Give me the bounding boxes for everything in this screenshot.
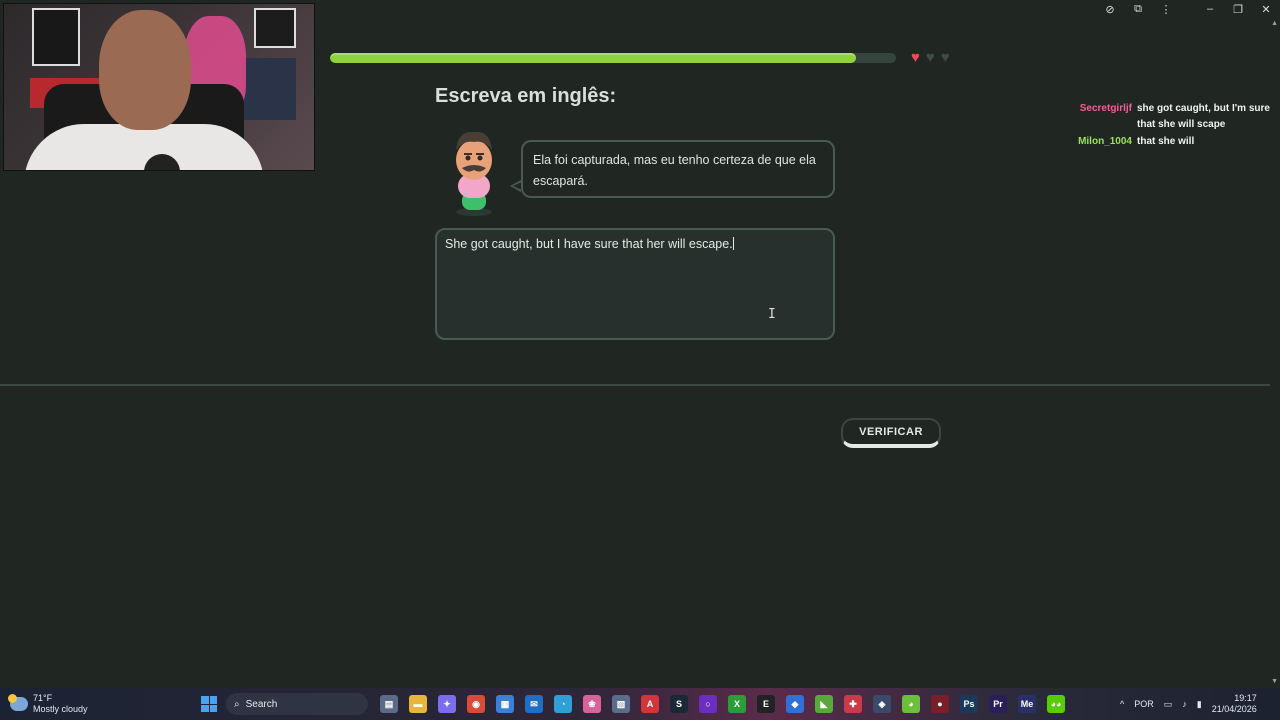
text-caret xyxy=(732,237,734,250)
lesson-progress-bar xyxy=(330,53,896,63)
weather-widget[interactable]: 71°F Mostly cloudy xyxy=(8,693,88,715)
app-bird-icon[interactable]: ◔ xyxy=(554,695,572,713)
file-explorer-icon[interactable]: ▤ xyxy=(380,695,398,713)
clock-time: 19:17 xyxy=(1234,693,1257,703)
answer-text: She got caught, but I have sure that her… xyxy=(445,237,733,251)
page-scrollbar[interactable]: ▲ ▼ xyxy=(1270,0,1280,690)
partly-cloudy-icon xyxy=(8,694,28,711)
lesson-progress-fill xyxy=(330,53,857,63)
text-cursor-icon: I xyxy=(768,307,776,322)
heart-icon: ♥ xyxy=(925,49,935,66)
photoshop-icon[interactable]: Ps xyxy=(960,695,978,713)
chrome-icon[interactable]: ◉ xyxy=(467,695,485,713)
chat-text: she got caught, but I'm sure that she wi… xyxy=(1137,103,1270,130)
prompt-speech-bubble: Ela foi capturada, mas eu tenho certeza … xyxy=(521,140,835,198)
taskbar-search[interactable]: ⌕ Search xyxy=(226,693,368,715)
hearts-lives: ♥ ♥ ♥ xyxy=(911,50,950,65)
store-icon[interactable]: ▦ xyxy=(496,695,514,713)
folder-icon[interactable]: ▬ xyxy=(409,695,427,713)
language-indicator[interactable]: POR xyxy=(1134,699,1154,709)
app-dark-red-icon[interactable]: ● xyxy=(931,695,949,713)
copilot-icon[interactable]: ✦ xyxy=(438,695,456,713)
scroll-down-icon[interactable]: ▼ xyxy=(1271,678,1278,685)
app-red-icon[interactable]: ✚ xyxy=(844,695,862,713)
system-tray: ^ POR ▭ ♪ ▮ 19:17 21/04/2026 xyxy=(1120,693,1257,715)
eye-slash-icon[interactable]: ⊘ xyxy=(1096,0,1124,18)
duolingo-icon[interactable]: ◕◕ xyxy=(1047,695,1065,713)
extension-icon[interactable]: ⧉ xyxy=(1124,0,1152,18)
epic-icon[interactable]: E xyxy=(757,695,775,713)
heart-icon: ♥ xyxy=(940,49,950,66)
volume-icon[interactable]: ♪ xyxy=(1182,699,1187,709)
chat-message: Secretgirljf she got caught, but I'm sure… xyxy=(1060,101,1275,133)
network-icon[interactable]: ▭ xyxy=(1164,699,1173,710)
chat-username: Secretgirljf xyxy=(1079,103,1132,114)
premiere-icon[interactable]: Pr xyxy=(989,695,1007,713)
outlook-icon[interactable]: ✉ xyxy=(525,695,543,713)
footer-divider xyxy=(0,384,1270,386)
app-green-icon[interactable]: ◣ xyxy=(815,695,833,713)
answer-textarea[interactable]: She got caught, but I have sure that her… xyxy=(435,228,835,340)
clock[interactable]: 19:17 21/04/2026 xyxy=(1212,693,1257,715)
media-encoder-icon[interactable]: Me xyxy=(1018,695,1036,713)
weather-desc: Mostly cloudy xyxy=(33,704,88,714)
app-lime-icon[interactable]: ◕ xyxy=(902,695,920,713)
chat-text: that she will xyxy=(1137,136,1195,147)
exercise-title: Escreva em inglês: xyxy=(435,85,617,107)
obs-icon[interactable]: ○ xyxy=(699,695,717,713)
windows-taskbar: 71°F Mostly cloudy ⌕ Search ▤ ▬ ✦ ◉ ▦ ✉ ◔ ❀ ▧ A S ○… xyxy=(0,688,1280,720)
heart-icon: ♥ xyxy=(911,49,920,66)
search-label: Search xyxy=(245,698,278,710)
taskbar-app-icons: ▤ ▬ ✦ ◉ ▦ ✉ ◔ ❀ ▧ A S ○ X E ◆ ◣ ✚ ◈ ◕ ● Ps Pr Me ◕◕ xyxy=(380,695,1065,713)
more-vert-icon[interactable]: ⋮ xyxy=(1152,0,1180,18)
clock-date: 21/04/2026 xyxy=(1211,704,1257,714)
verify-button[interactable]: VERIFICAR xyxy=(841,418,941,448)
search-icon: ⌕ xyxy=(234,698,240,710)
chevron-up-icon[interactable]: ^ xyxy=(1120,699,1124,709)
minimize-icon[interactable]: – xyxy=(1196,0,1224,18)
windows-start-icon[interactable] xyxy=(201,696,217,712)
chat-username: Milon_1004 xyxy=(1078,136,1132,147)
chat-message: Milon_1004 that she will xyxy=(1060,134,1275,150)
stream-chat-overlay: Secretgirljf she got caught, but I'm sure… xyxy=(1060,101,1275,151)
restore-icon[interactable]: ❐ xyxy=(1224,0,1252,18)
webcam-overlay xyxy=(3,3,315,171)
window-controls: ⊘ ⧉ ⋮ – ❐ ✕ xyxy=(1096,0,1280,18)
app-vpn-icon[interactable]: ◈ xyxy=(873,695,891,713)
app-grid-icon[interactable]: ▧ xyxy=(612,695,630,713)
weather-temp: 71°F xyxy=(33,693,53,703)
scroll-up-icon[interactable]: ▲ xyxy=(1271,20,1278,27)
steam-icon[interactable]: S xyxy=(670,695,688,713)
battery-icon[interactable]: ▮ xyxy=(1197,699,1202,710)
acrobat-icon[interactable]: A xyxy=(641,695,659,713)
app-blue-icon[interactable]: ◆ xyxy=(786,695,804,713)
xbox-icon[interactable]: X xyxy=(728,695,746,713)
photos-icon[interactable]: ❀ xyxy=(583,695,601,713)
character-illustration xyxy=(456,131,492,216)
